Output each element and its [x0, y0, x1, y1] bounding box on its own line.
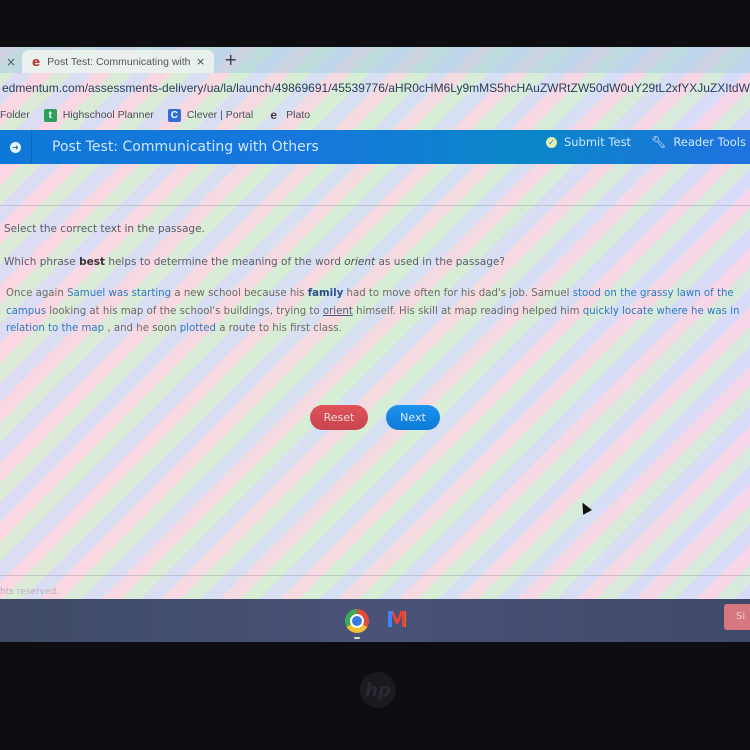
chrome-icon[interactable] — [345, 609, 369, 633]
copyright-text: hts reserved. — [0, 587, 60, 597]
submit-test-button[interactable]: ✓ Submit Test — [545, 135, 632, 149]
edmentum-e-icon: e — [32, 54, 41, 69]
os-shelf: M Si — [0, 599, 750, 642]
url-text: edmentum.com/assessments-delivery/ua/la/… — [2, 81, 750, 95]
action-buttons: Reset Next — [310, 405, 458, 430]
bookmark-clever-portal[interactable]: C Clever | Portal — [167, 108, 254, 122]
submit-test-label: Submit Test — [563, 135, 632, 149]
footer-divider — [0, 575, 750, 576]
close-tab-button[interactable]: × — [196, 55, 214, 68]
bookmark-label: Highschool Planner — [62, 109, 154, 121]
passage-text: Once again — [6, 288, 68, 299]
passage-text: a new school because his — [171, 288, 308, 299]
selectable-phrase[interactable]: family — [308, 288, 344, 299]
bookmark-label: Plato — [286, 109, 311, 121]
instruction-text: Select the correct text in the passage. — [4, 223, 205, 235]
wrench-icon: 🔧︎ — [651, 135, 667, 149]
bookmark-label: Clever | Portal — [186, 109, 254, 121]
target-word: orient — [322, 305, 353, 317]
question-area: Select the correct text in the passage. … — [4, 223, 744, 430]
bookmark-label: Folder — [0, 109, 30, 121]
address-bar[interactable]: edmentum.com/assessments-delivery/ua/la/… — [0, 75, 750, 101]
hp-logo-icon: hp — [360, 672, 396, 708]
prompt-text: helps to determine the meaning of the wo… — [104, 256, 345, 268]
sign-out-button[interactable]: Si — [724, 604, 750, 630]
mouse-cursor — [578, 500, 592, 515]
edmentum-e-icon: e — [270, 108, 278, 122]
passage-text: looking at his map of the school's build… — [46, 305, 323, 317]
selectable-phrase[interactable]: quickly locate — [583, 306, 654, 317]
passage-text: , and he soon — [104, 323, 180, 334]
monitor-bezel — [0, 0, 750, 47]
passage-text: a route to his first class. — [215, 323, 342, 334]
prompt-text: as used in the passage? — [375, 256, 505, 268]
selectable-phrase[interactable]: plotted — [180, 323, 216, 334]
bookmark-highschool-planner[interactable]: t Highschool Planner — [43, 108, 154, 122]
tab-title: Post Test: Communicating with — [47, 55, 191, 68]
question-prompt: Which phrase best helps to determine the… — [4, 256, 744, 268]
prompt-text: Which phrase — [4, 256, 80, 268]
selectable-phrase[interactable]: Samuel was starting — [67, 288, 171, 299]
check-circle-icon: ✓ — [545, 136, 557, 148]
arrow-circle-right-icon: ➜ — [10, 141, 21, 153]
new-tab-button[interactable]: + — [224, 50, 237, 69]
passage: Once again Samuel was starting a new sch… — [4, 285, 744, 338]
prompt-bold: best — [79, 256, 105, 268]
clever-icon: C — [167, 108, 181, 122]
previous-tab-close-button[interactable]: × — [0, 51, 22, 73]
gmail-icon[interactable]: M — [386, 610, 412, 632]
test-header: ➜ Post Test: Communicating with Others ✓… — [0, 130, 750, 164]
tab-strip: × e Post Test: Communicating with × + — [0, 47, 750, 73]
passage-text: had to move often for his dad's job. Sam… — [343, 288, 573, 299]
running-indicator — [354, 637, 360, 639]
toolbar-area — [0, 164, 750, 206]
reader-tools-button[interactable]: 🔧︎ Reader Tools — [651, 135, 746, 149]
bookmarks-bar: Folder t Highschool Planner C Clever | P… — [0, 103, 750, 127]
navigation-button[interactable]: ➜ — [0, 130, 32, 164]
next-button[interactable]: Next — [386, 405, 440, 430]
bookmark-folder[interactable]: Folder — [0, 109, 30, 121]
planner-icon: t — [43, 108, 57, 122]
screen: × e Post Test: Communicating with × + ed… — [0, 47, 750, 642]
passage-text: himself. His skill at map reading helped… — [352, 305, 583, 317]
reader-tools-label: Reader Tools — [673, 135, 746, 149]
reset-button[interactable]: Reset — [310, 405, 368, 430]
header-actions: ✓ Submit Test 🔧︎ Reader Tools — [526, 130, 746, 164]
prompt-target-word: orient — [344, 256, 376, 268]
test-title: Post Test: Communicating with Others — [52, 139, 319, 155]
bookmark-plato[interactable]: e Plato — [267, 108, 311, 122]
tab-post-test[interactable]: e Post Test: Communicating with × — [22, 50, 214, 73]
